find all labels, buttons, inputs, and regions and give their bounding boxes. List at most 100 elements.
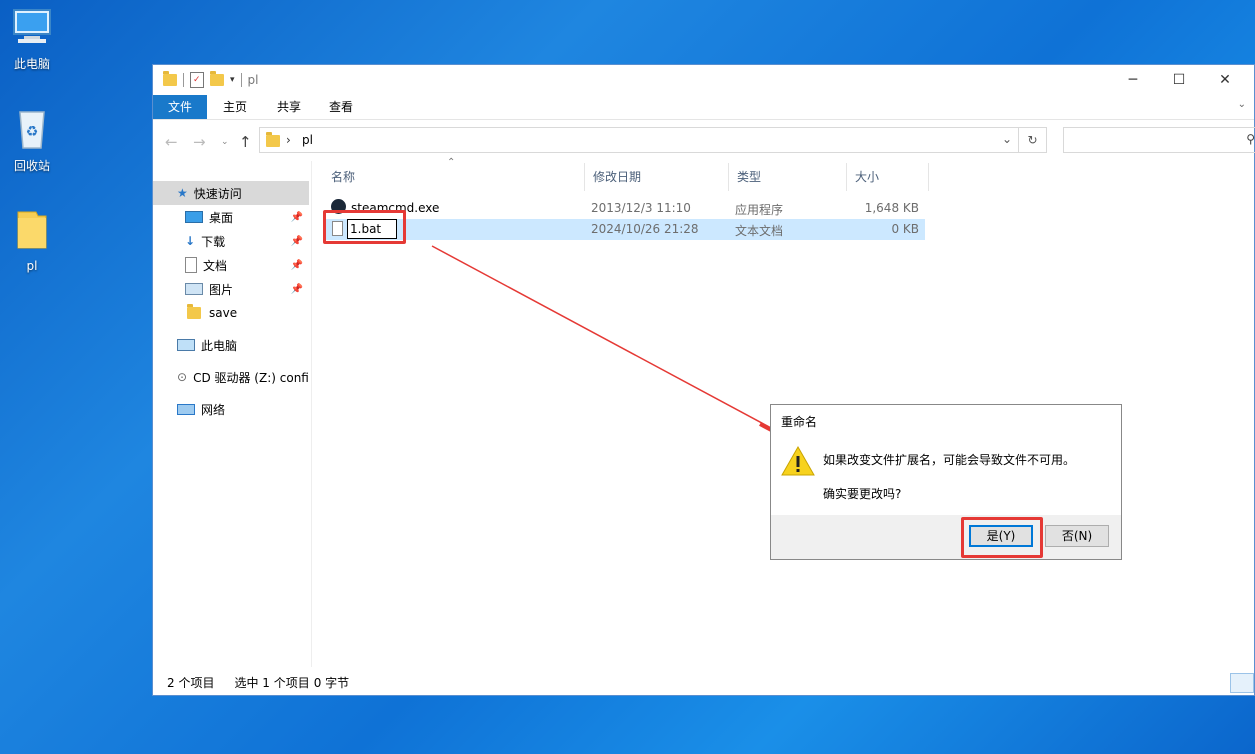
pin-icon: 📌 (290, 211, 303, 223)
properties-icon[interactable]: ✓ (190, 72, 204, 88)
forward-icon[interactable]: → (193, 133, 206, 151)
recycle-bin-icon: ♻ (19, 111, 45, 149)
desktop-icon-folder-pl[interactable]: pl (0, 208, 64, 273)
warning-icon (781, 445, 815, 476)
file-date: 2013/12/3 11:10 (591, 201, 691, 215)
desktop-icon-label: 此电脑 (13, 57, 50, 71)
up-icon[interactable]: ↑ (239, 133, 252, 151)
file-explorer-window: ✓ ▾ pl ─ ☐ ✕ 文件 主页 共享 查看 ⌄ ← → ⌄ ↑ › pl … (152, 64, 1255, 696)
folder-icon (266, 132, 280, 147)
computer-icon (177, 339, 195, 351)
breadcrumb[interactable]: pl (302, 133, 313, 147)
file-type: 文本文档 (735, 224, 784, 238)
navigation-pane: ★ 快速访问 桌面 📌 ↓ 下载 📌 文档 📌 图片 📌 save 此电脑 ⊙ … (153, 179, 311, 669)
address-dropdown-icon[interactable]: ⌄ (1002, 132, 1012, 146)
folder-icon (163, 71, 177, 86)
sidebar-item-this-pc[interactable]: 此电脑 (153, 333, 309, 357)
sidebar-item-quick-access[interactable]: ★ 快速访问 (153, 181, 309, 205)
svg-text:♻: ♻ (26, 124, 39, 140)
file-size: 0 KB (891, 222, 919, 236)
column-header-type[interactable]: 类型 (729, 163, 847, 191)
desktop-icon-label: 回收站 (13, 159, 50, 173)
sidebar-item-label: CD 驱动器 (Z:) confi (193, 370, 309, 385)
recent-locations-icon[interactable]: ⌄ (221, 137, 229, 147)
sidebar-item-save[interactable]: save (153, 301, 309, 325)
dialog-title: 重命名 (781, 415, 818, 429)
cd-drive-icon: ⊙ (177, 370, 188, 384)
folder-icon (187, 304, 201, 319)
dialog-question: 确实要更改吗? (823, 487, 902, 501)
details-view-button[interactable] (1230, 673, 1254, 693)
pin-icon: 📌 (290, 259, 303, 271)
sidebar-item-label: 下载 (201, 234, 226, 249)
new-folder-icon[interactable] (210, 71, 224, 86)
sidebar-item-label: 快速访问 (193, 186, 242, 201)
navigation-bar: ← → ⌄ ↑ › pl ⌄ ↻ ⚲ (153, 125, 1255, 159)
separator (240, 73, 242, 87)
sidebar-item-cd-drive[interactable]: ⊙ CD 驱动器 (Z:) confi (153, 365, 309, 389)
tab-view[interactable]: 查看 (315, 95, 367, 119)
sidebar-item-network[interactable]: 网络 (153, 397, 309, 421)
title-bar: ✓ ▾ pl ─ ☐ ✕ (153, 65, 1254, 95)
close-button[interactable]: ✕ (1202, 65, 1248, 95)
network-icon (177, 403, 195, 415)
file-type: 应用程序 (735, 203, 784, 217)
column-header-date[interactable]: 修改日期 (585, 163, 729, 191)
highlight-yes-button (961, 517, 1043, 558)
star-icon: ★ (177, 186, 188, 200)
separator (183, 73, 184, 87)
document-icon (185, 257, 197, 273)
status-item-count: 2 个项目 (167, 676, 215, 690)
folder-icon (17, 211, 47, 249)
search-icon: ⚲ (1246, 132, 1255, 146)
sidebar-item-downloads[interactable]: ↓ 下载 📌 (153, 229, 309, 253)
column-header-name[interactable]: 名称 (323, 163, 585, 191)
window-title: pl (247, 73, 259, 87)
status-bar: 2 个项目 选中 1 个项目 0 字节 (167, 674, 349, 691)
desktop-icon-this-pc[interactable]: 此电脑 (0, 8, 64, 72)
pictures-icon (185, 283, 203, 295)
address-bar[interactable]: › pl ⌄ (259, 127, 1019, 153)
status-selected-count: 选中 1 个项目 (234, 676, 310, 690)
highlight-rename-box (323, 210, 406, 244)
computer-icon (13, 9, 51, 43)
expand-ribbon-icon[interactable]: ⌄ (1238, 99, 1246, 110)
pin-icon: 📌 (290, 283, 303, 295)
maximize-button[interactable]: ☐ (1156, 65, 1202, 95)
breadcrumb-chevron-icon: › (286, 133, 291, 147)
sidebar-item-label: 网络 (201, 402, 226, 417)
sidebar-item-label: 图片 (209, 282, 234, 297)
dialog-footer: 是(Y) 否(N) (771, 515, 1121, 559)
ribbon-tabs: 文件 主页 共享 查看 ⌄ (153, 95, 1254, 120)
sidebar-item-label: save (209, 306, 238, 320)
customize-toolbar-icon[interactable]: ▾ (230, 75, 235, 85)
pin-icon: 📌 (290, 235, 303, 247)
back-icon[interactable]: ← (165, 133, 178, 151)
file-row-1bat[interactable]: 1.bat 2024/10/26 21:28 文本文档 0 KB (323, 219, 925, 240)
dialog-message: 如果改变文件扩展名，可能会导致文件不可用。 (823, 453, 1076, 467)
pane-divider (311, 161, 312, 667)
tab-file[interactable]: 文件 (153, 95, 208, 119)
tab-share[interactable]: 共享 (263, 95, 315, 119)
desktop-icon (185, 211, 203, 223)
minimize-button[interactable]: ─ (1110, 65, 1156, 95)
desktop-icon-recycle-bin[interactable]: ♻ 回收站 (0, 106, 64, 174)
sidebar-item-label: 文档 (203, 258, 228, 273)
file-date: 2024/10/26 21:28 (591, 222, 699, 236)
status-selected-size: 0 字节 (313, 676, 350, 690)
file-size: 1,648 KB (864, 201, 919, 215)
search-input[interactable]: ⚲ (1063, 127, 1255, 153)
sidebar-item-desktop[interactable]: 桌面 📌 (153, 205, 309, 229)
column-header-size[interactable]: 大小 (847, 163, 929, 191)
desktop-icon-label: pl (26, 259, 38, 273)
file-row-steamcmd[interactable]: steamcmd.exe 2013/12/3 11:10 应用程序 1,648 … (323, 198, 925, 219)
sidebar-item-label: 桌面 (209, 210, 234, 225)
sidebar-item-documents[interactable]: 文档 📌 (153, 253, 309, 277)
tab-home[interactable]: 主页 (209, 95, 261, 119)
quick-access-toolbar: ✓ ▾ pl (163, 71, 259, 88)
sidebar-item-pictures[interactable]: 图片 📌 (153, 277, 309, 301)
rename-confirm-dialog: 重命名 如果改变文件扩展名，可能会导致文件不可用。 确实要更改吗? 是(Y) 否… (770, 404, 1122, 560)
no-button[interactable]: 否(N) (1045, 525, 1109, 547)
download-icon: ↓ (185, 234, 196, 248)
refresh-button[interactable]: ↻ (1019, 127, 1047, 153)
